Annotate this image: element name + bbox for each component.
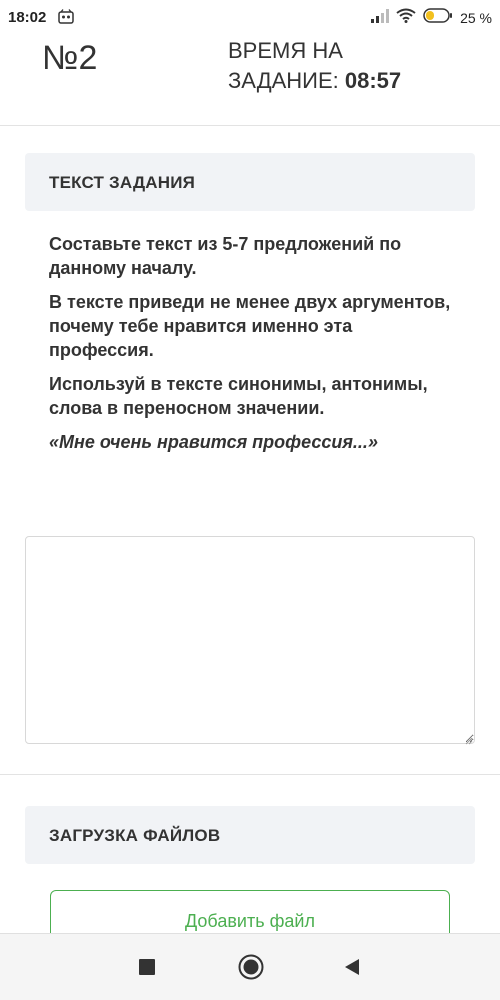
task-text-title: ТЕКСТ ЗАДАНИЯ <box>49 173 196 192</box>
home-icon[interactable] <box>238 954 264 980</box>
timer-value: 08:57 <box>344 68 402 93</box>
upload-section-title: ЗАГРУЗКА ФАЙЛОВ <box>49 826 221 845</box>
task-timer: ВРЕМЯ НА ЗАДАНИЕ: 08:57 <box>228 36 401 96</box>
task-text-section-header: ТЕКСТ ЗАДАНИЯ <box>25 153 475 211</box>
timer-label-line1: ВРЕМЯ НА <box>228 38 343 63</box>
battery-icon <box>423 8 453 28</box>
signal-icon <box>371 8 390 28</box>
task-number: №2 <box>42 39 98 77</box>
battery-percent: 25 % <box>460 10 492 26</box>
section-divider <box>0 774 500 775</box>
recent-apps-icon[interactable] <box>134 954 160 980</box>
task-header: №2 ВРЕМЯ НА ЗАДАНИЕ: 08:57 <box>0 36 500 126</box>
resize-grip-icon[interactable] <box>464 732 473 745</box>
status-time: 18:02 <box>8 9 47 26</box>
answer-textarea[interactable] <box>25 536 475 744</box>
status-bar: 18:02 25 % <box>0 0 500 36</box>
status-indicators: 25 % <box>371 8 492 28</box>
task-paragraph: Составьте текст из 5-7 предложений по да… <box>49 234 402 278</box>
task-paragraph: Используй в тексте синонимы, антонимы, с… <box>49 374 428 418</box>
upload-section-header: ЗАГРУЗКА ФАЙЛОВ <box>25 806 475 864</box>
wifi-icon <box>396 8 416 28</box>
task-paragraph: В тексте приведи не менее двух аргументо… <box>49 292 451 360</box>
navigation-bar <box>0 933 500 1000</box>
timer-label-line2: ЗАДАНИЕ: <box>228 68 345 93</box>
back-icon[interactable] <box>339 954 365 980</box>
task-instructions: Составьте текст из 5-7 предложений по да… <box>49 232 459 464</box>
notification-app-icon <box>58 9 74 24</box>
task-quote: «Мне очень нравится профессия...» <box>49 432 378 452</box>
